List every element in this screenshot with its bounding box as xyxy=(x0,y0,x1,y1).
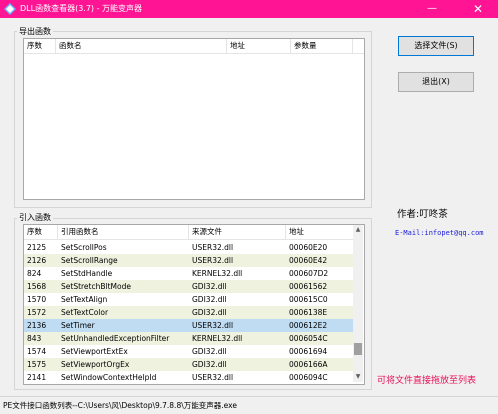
cell-addr: 0006054C xyxy=(289,334,328,343)
exports-list-header: 序数 函数名 地址 参数量 xyxy=(24,39,364,54)
cell-addr: 0006094C xyxy=(289,373,328,382)
cell-name: SetStdHandle xyxy=(61,269,113,278)
email-label: E-Mail:infopet@qq.com xyxy=(395,229,484,237)
scroll-up-arrow-icon[interactable]: ▲ xyxy=(353,225,363,235)
cell-ord: 2126 xyxy=(27,256,47,265)
cell-name: SetTextAlign xyxy=(61,295,108,304)
table-row[interactable]: 2126 SetScrollRange USER32.dll 00060E42 xyxy=(24,254,354,267)
table-row[interactable]: 2136 SetTimer USER32.dll 000612E2 xyxy=(24,319,354,332)
cell-file: USER32.dll xyxy=(192,373,234,382)
cell-addr: 00060E42 xyxy=(289,256,328,265)
cell-ord: 2136 xyxy=(27,321,47,330)
imports-list-header: 序数 引用函数名 来源文件 地址 xyxy=(24,225,354,240)
cell-name: SetWindowContextHelpId xyxy=(61,373,157,382)
cell-name: SetViewportExtEx xyxy=(61,347,128,356)
title-bar[interactable]: DLL函数查看器(3.7) - 万能变声器 — ✕ xyxy=(0,0,498,18)
window-title: DLL函数查看器(3.7) - 万能变声器 xyxy=(20,4,143,13)
cell-file: GDI32.dll xyxy=(192,308,227,317)
cell-addr: 0006166A xyxy=(289,360,328,369)
cell-name: SetTextColor xyxy=(61,308,109,317)
column-header-ordinal[interactable]: 序数 xyxy=(24,225,58,239)
cell-addr: 00060E20 xyxy=(289,243,328,252)
cell-name: SetTimer xyxy=(61,321,95,330)
cell-file: USER32.dll xyxy=(192,243,234,252)
cell-name: SetScrollRange xyxy=(61,256,118,265)
select-file-button[interactable]: 选择文件(S) xyxy=(398,36,474,56)
cell-name: SetViewportOrgEx xyxy=(61,360,130,369)
table-row[interactable]: 1572 SetTextColor GDI32.dll 0006138E xyxy=(24,306,354,319)
close-button[interactable]: ✕ xyxy=(464,0,492,18)
imports-list[interactable]: 序数 引用函数名 来源文件 地址 2125 SetScrollPos USER32.… xyxy=(23,224,365,385)
cell-addr: 000615C0 xyxy=(289,295,328,304)
status-bar: PE文件接口函数列表--C:\Users\风\Desktop\9.7.8.8\万… xyxy=(0,396,498,414)
cell-addr: 0006138E xyxy=(289,308,328,317)
imports-group-label: 引入函数 xyxy=(17,212,53,223)
status-text: PE文件接口函数列表--C:\Users\风\Desktop\9.7.8.8\万… xyxy=(3,401,237,410)
table-row[interactable]: 1570 SetTextAlign GDI32.dll 000615C0 xyxy=(24,293,354,306)
cell-ord: 1574 xyxy=(27,347,47,356)
cell-ord: 2141 xyxy=(27,373,47,382)
cell-addr: 00061694 xyxy=(289,347,328,356)
cell-addr: 000612E2 xyxy=(289,321,328,330)
cell-file: GDI32.dll xyxy=(192,295,227,304)
cell-file: KERNEL32.dll xyxy=(192,269,243,278)
cell-ord: 1568 xyxy=(27,282,47,291)
cell-ord: 1570 xyxy=(27,295,47,304)
cell-ord: 1572 xyxy=(27,308,47,317)
table-row[interactable]: 1575 SetViewportOrgEx GDI32.dll 0006166A xyxy=(24,358,354,371)
exports-group-label: 导出函数 xyxy=(17,26,53,37)
cell-name: SetUnhandledExceptionFilter xyxy=(61,334,170,343)
app-icon xyxy=(4,3,16,15)
minimize-button[interactable]: — xyxy=(418,0,446,18)
table-row[interactable]: 1574 SetViewportExtEx GDI32.dll 00061694 xyxy=(24,345,354,358)
exports-list[interactable]: 序数 函数名 地址 参数量 xyxy=(23,38,365,200)
cell-ord: 2125 xyxy=(27,243,47,252)
cell-file: GDI32.dll xyxy=(192,347,227,356)
column-header-address[interactable]: 地址 xyxy=(286,225,354,239)
cell-file: USER32.dll xyxy=(192,321,234,330)
column-header-address[interactable]: 地址 xyxy=(227,39,291,53)
column-header-source-file[interactable]: 来源文件 xyxy=(189,225,286,239)
scrollbar-thumb[interactable] xyxy=(354,343,362,355)
table-row[interactable]: 843 SetUnhandledExceptionFilter KERNEL32.d… xyxy=(24,332,354,345)
cell-ord: 1575 xyxy=(27,360,47,369)
cell-name: SetStretchBltMode xyxy=(61,282,131,291)
imports-scrollbar[interactable]: ▲ ▼ xyxy=(353,225,363,382)
cell-name: SetScrollPos xyxy=(61,243,107,252)
cell-file: GDI32.dll xyxy=(192,360,227,369)
author-label: 作者:叮咚茶 xyxy=(397,209,448,220)
cell-file: USER32.dll xyxy=(192,256,234,265)
column-header-function-name[interactable]: 函数名 xyxy=(56,39,227,53)
table-row[interactable]: 824 SetStdHandle KERNEL32.dll 000607D2 xyxy=(24,267,354,280)
exit-button[interactable]: 退出(X) xyxy=(398,72,474,92)
cell-file: KERNEL32.dll xyxy=(192,334,243,343)
cell-ord: 824 xyxy=(27,269,42,278)
table-row[interactable]: 2125 SetScrollPos USER32.dll 00060E20 xyxy=(24,241,354,254)
cell-file: GDI32.dll xyxy=(192,282,227,291)
cell-ord: 843 xyxy=(27,334,42,343)
column-header-ordinal[interactable]: 序数 xyxy=(24,39,56,53)
column-header-param-count[interactable]: 参数量 xyxy=(291,39,353,53)
table-row[interactable]: 2141 SetWindowContextHelpId USER32.dll 0006… xyxy=(24,371,354,384)
table-row[interactable]: 1568 SetStretchBltMode GDI32.dll 00061562 xyxy=(24,280,354,293)
scroll-down-arrow-icon[interactable]: ▼ xyxy=(353,372,363,382)
cell-addr: 00061562 xyxy=(289,282,328,291)
column-header-imported-function[interactable]: 引用函数名 xyxy=(58,225,189,239)
cell-addr: 000607D2 xyxy=(289,269,329,278)
drag-drop-hint: 可将文件直接拖放至列表 xyxy=(377,376,477,386)
